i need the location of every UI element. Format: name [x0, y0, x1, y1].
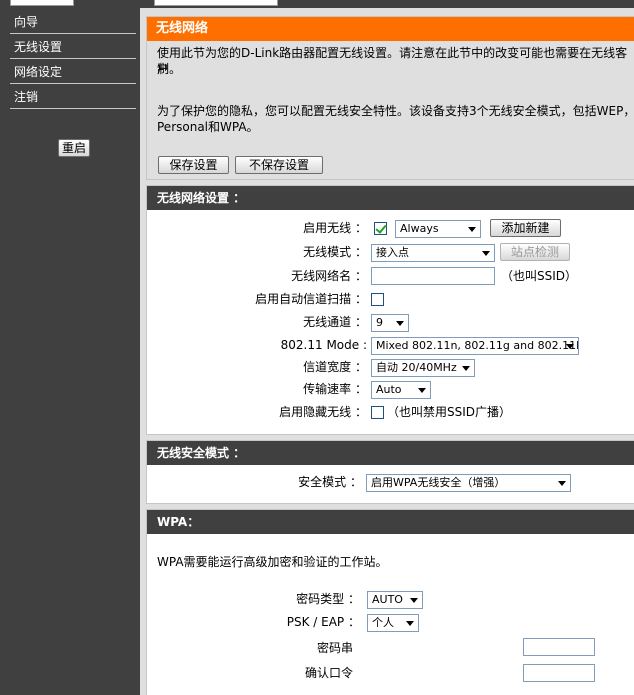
channel-width-label: 信道宽度 ：: [303, 360, 367, 374]
intro-text-line: 制。: [157, 62, 182, 76]
confirm-passphrase-input[interactable]: [523, 664, 595, 682]
ssid-label: 无线网络名 ：: [291, 269, 367, 283]
top-tab[interactable]: [154, 0, 278, 6]
mode-80211-value: Mixed 802.11n, 802.11g and 802.11b: [376, 339, 579, 352]
confirm-passphrase-label: 确认口令: [304, 666, 353, 680]
hidden-wireless-note: （也叫禁用SSID广播）: [387, 405, 512, 419]
chevron-down-icon: [418, 388, 426, 393]
save-settings-button[interactable]: 保存设置: [158, 156, 229, 174]
ssid-input[interactable]: [371, 267, 495, 285]
add-new-button[interactable]: 添加新建: [490, 219, 561, 237]
security-mode-select[interactable]: 启用WPA无线安全（增强）: [366, 474, 571, 492]
psk-eap-label: PSK / EAP ：: [286, 615, 360, 629]
wireless-mode-label: 无线模式 ：: [303, 245, 367, 259]
chevron-down-icon: [566, 344, 574, 349]
channel-label: 无线通道 ：: [303, 315, 367, 329]
ssid-note: （也叫SSID）: [501, 269, 578, 283]
intro-text-line: 为了保护您的隐私，您可以配置无线安全特性。该设备支持3个无线安全模式，包括WEP…: [157, 104, 634, 118]
schedule-select[interactable]: Always: [395, 220, 481, 238]
enable-wireless-checkbox[interactable]: [374, 222, 387, 235]
cipher-type-value: AUTO: [372, 593, 403, 606]
main-content: 无线网络 使用此节为您的D-Link路由器配置无线设置。请注意在此节中的改变可能…: [140, 8, 634, 695]
nav-item-wireless-settings[interactable]: 无线设置: [10, 35, 136, 59]
psk-eap-select[interactable]: 个人: [367, 614, 419, 632]
auto-channel-label: 启用自动信道扫描 ：: [255, 292, 367, 306]
top-tab[interactable]: [10, 0, 74, 6]
schedule-value: Always: [400, 222, 439, 235]
chevron-down-icon: [396, 321, 404, 326]
chevron-down-icon: [406, 621, 414, 626]
nav-item-logout[interactable]: 注销: [10, 85, 136, 109]
nav-item-wizard[interactable]: 向导: [10, 10, 136, 34]
wireless-settings-section: 无线网络设置 ： 启用无线 ： Always 添加新建 无线模式 ： 接入点 站…: [146, 185, 634, 435]
hidden-wireless-label: 启用隐藏无线 ：: [279, 405, 367, 419]
mode-80211-label: 802.11 Mode :: [280, 338, 367, 352]
chevron-down-icon: [462, 366, 470, 371]
wpa-title: WPA：: [147, 510, 634, 534]
wireless-settings-title: 无线网络设置 ：: [147, 186, 634, 210]
security-mode-title: 无线安全模式 ：: [147, 441, 634, 465]
channel-width-select[interactable]: 自动 20/40MHz: [371, 359, 475, 377]
chevron-down-icon: [410, 598, 418, 603]
transmit-rate-value: Auto: [376, 383, 402, 396]
psk-eap-value: 个人: [372, 616, 394, 629]
site-survey-button[interactable]: 站点检测: [500, 243, 570, 261]
wpa-description: WPA需要能运行高级加密和验证的工作站。: [157, 555, 388, 569]
transmit-rate-select[interactable]: Auto: [371, 381, 431, 399]
security-mode-value: 启用WPA无线安全（增强）: [371, 476, 506, 489]
passphrase-input[interactable]: [523, 638, 595, 656]
cipher-type-select[interactable]: AUTO: [367, 591, 423, 609]
security-mode-label: 安全模式 ：: [298, 475, 362, 489]
intro-panel: 无线网络 使用此节为您的D-Link路由器配置无线设置。请注意在此节中的改变可能…: [146, 16, 634, 180]
reboot-button[interactable]: 重启: [58, 139, 90, 157]
passphrase-label: 密码串: [316, 641, 353, 655]
wireless-mode-select[interactable]: 接入点: [371, 244, 495, 262]
channel-width-value: 自动 20/40MHz: [376, 361, 457, 374]
intro-text-line: Personal和WPA。: [157, 120, 259, 134]
security-mode-section: 无线安全模式 ： 安全模式 ： 启用WPA无线安全（增强）: [146, 440, 634, 504]
transmit-rate-label: 传输速率 ：: [303, 382, 367, 396]
hidden-wireless-checkbox[interactable]: [371, 406, 384, 419]
wireless-mode-value: 接入点: [376, 246, 409, 259]
chevron-down-icon: [558, 481, 566, 486]
channel-select[interactable]: 9: [371, 314, 409, 332]
nav-item-network-settings[interactable]: 网络设定: [10, 60, 136, 84]
cipher-type-label: 密码类型 ：: [296, 592, 360, 606]
top-tab-bar: [0, 0, 634, 8]
dont-save-settings-button[interactable]: 不保存设置: [235, 156, 323, 174]
intro-title: 无线网络: [147, 17, 634, 41]
wpa-section: WPA： WPA需要能运行高级加密和验证的工作站。 密码类型 ： AUTO PS…: [146, 509, 634, 695]
auto-channel-checkbox[interactable]: [371, 293, 384, 306]
chevron-down-icon: [482, 251, 490, 256]
left-navigation: 向导 无线设置 网络设定 注销 重启: [0, 8, 140, 695]
chevron-down-icon: [468, 227, 476, 232]
top-tab[interactable]: [282, 0, 392, 6]
channel-value: 9: [376, 316, 383, 329]
mode-80211-select[interactable]: Mixed 802.11n, 802.11g and 802.11b: [371, 337, 579, 355]
enable-wireless-label: 启用无线 ：: [303, 221, 367, 235]
